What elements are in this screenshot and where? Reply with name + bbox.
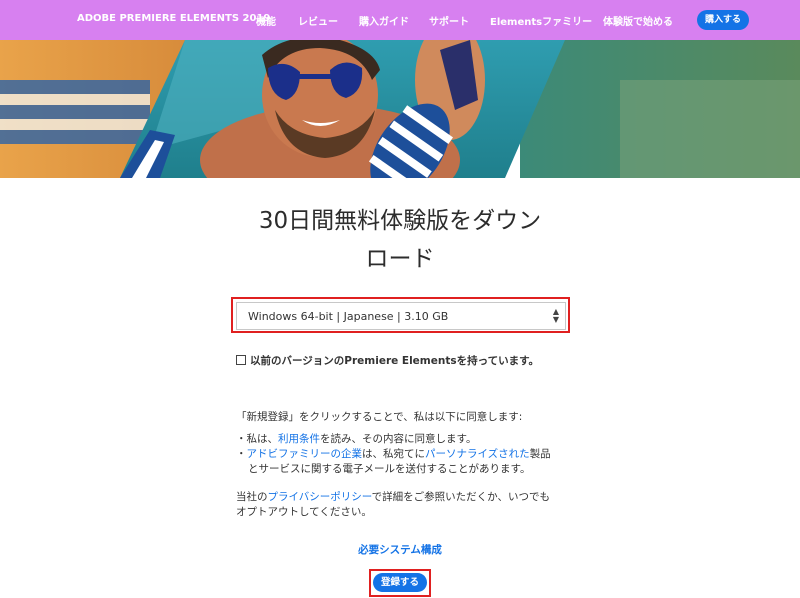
- legal-text: 当社の: [236, 491, 268, 503]
- bullet-dot: ・: [236, 448, 247, 460]
- page-title: 30日間無料体験版をダウン ロード: [200, 202, 600, 278]
- buy-button[interactable]: 購入する: [697, 10, 749, 30]
- legal-bullet-1: ・私は、利用条件を読み、その内容に同意します。: [236, 431, 476, 446]
- legal-bullet-2: ・アドビファミリーの企業は、私宛てにパーソナライズされた製品: [236, 446, 551, 461]
- version-select[interactable]: Windows 64-bit | Japanese | 3.10 GB ▲ ▼: [236, 302, 566, 330]
- nav-item-elements-family[interactable]: Elementsファミリー: [490, 13, 592, 28]
- nav-item-trial[interactable]: 体験版で始める: [603, 13, 673, 28]
- hero-image: [0, 40, 800, 178]
- register-button[interactable]: 登録する: [373, 573, 427, 592]
- nav-item-buying-guide[interactable]: 購入ガイド: [359, 13, 409, 28]
- previous-version-label[interactable]: 以前のバージョンのPremiere Elementsを持っています。: [250, 353, 539, 368]
- nav-item-reviews[interactable]: レビュー: [298, 13, 338, 28]
- brand-link[interactable]: ADOBE PREMIERE ELEMENTS 2019: [77, 13, 270, 24]
- top-nav: ADOBE PREMIERE ELEMENTS 2019 機能 レビュー 購入ガ…: [0, 0, 800, 40]
- terms-of-use-link[interactable]: 利用条件: [278, 433, 320, 445]
- legal-text: を読み、その内容に同意します。: [320, 433, 477, 445]
- privacy-policy-link[interactable]: プライバシーポリシー: [268, 491, 372, 503]
- hero-photo-illustration: [0, 40, 800, 178]
- legal-text: 私は、: [246, 433, 279, 445]
- page-title-line-2: ロード: [365, 246, 435, 272]
- bullet-dot: ・: [236, 433, 247, 445]
- select-arrows-icon: ▲ ▼: [552, 307, 559, 324]
- select-value: Windows 64-bit | Japanese | 3.10 GB: [248, 310, 449, 323]
- personalized-link[interactable]: パーソナライズされた: [425, 448, 530, 460]
- previous-version-checkbox[interactable]: [236, 355, 246, 365]
- legal-text: は、私宛てに: [362, 448, 425, 460]
- adobe-family-link[interactable]: アドビファミリーの企業: [247, 448, 363, 460]
- nav-item-features[interactable]: 機能: [256, 13, 276, 28]
- legal-text: 製品: [529, 448, 551, 460]
- nav-item-support[interactable]: サポート: [429, 13, 469, 28]
- privacy-line-1: 当社のプライバシーポリシーで詳細をご参照いただくか、いつでも: [236, 489, 550, 504]
- legal-intro: 「新規登録」をクリックすることで、私は以下に同意します:: [236, 411, 523, 423]
- legal-text: で詳細をご参照いただくか、いつでも: [371, 491, 550, 503]
- system-requirements-link[interactable]: 必要システム構成: [300, 542, 500, 557]
- legal-bullet-2-line-2: とサービスに関する電子メールを送付することがあります。: [248, 463, 531, 475]
- page-title-line-1: 30日間無料体験版をダウン: [258, 208, 542, 234]
- privacy-line-2: オプトアウトしてください。: [236, 506, 372, 518]
